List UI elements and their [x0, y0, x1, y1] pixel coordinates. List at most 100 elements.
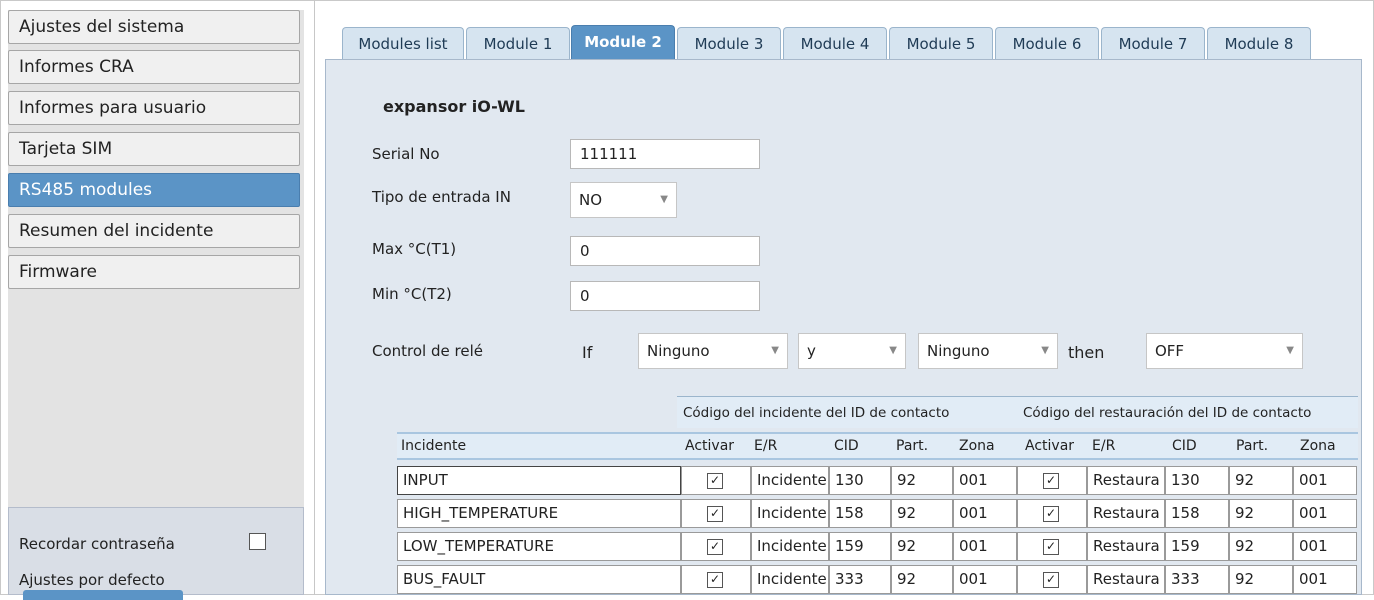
chevron-down-icon: ▼ [1286, 345, 1294, 356]
er-cell[interactable]: Incidente [751, 499, 829, 528]
zona-restore-cell[interactable]: 001 [1293, 565, 1357, 594]
er-cell[interactable]: Incidente [751, 565, 829, 594]
col-activate: Activar [685, 438, 735, 454]
table-header: Incidente Activar E/R CID Part. Zona Act… [397, 432, 1358, 460]
part-cell[interactable]: 92 [891, 565, 953, 594]
tab-module-1[interactable]: Module 1 [466, 27, 570, 59]
zona-cell[interactable]: 001 [953, 532, 1017, 561]
remember-password-label: Recordar contraseña [19, 535, 175, 553]
activate-restore-checkbox[interactable]: ✓ [1043, 506, 1059, 522]
cid-restore-cell[interactable]: 333 [1165, 565, 1229, 594]
cid-restore-cell[interactable]: 158 [1165, 499, 1229, 528]
module-title: expansor iO-WL [383, 97, 525, 116]
relay-control-label: Control de relé [372, 342, 483, 360]
sidebar-item-rs485-modules[interactable]: RS485 modules [8, 173, 300, 207]
zona-restore-cell[interactable]: 001 [1293, 499, 1357, 528]
activate-cell: ✓ [681, 532, 751, 561]
pane-divider[interactable] [314, 0, 315, 595]
col-er-restore: E/R [1092, 438, 1116, 454]
er-restore-cell[interactable]: Restaura [1087, 565, 1165, 594]
sidebar-item-system-settings[interactable]: Ajustes del sistema [8, 10, 300, 44]
table-row: BUS_FAULT ✓ Incidente 333 92 001 ✓ Resta… [397, 565, 1358, 594]
incident-name[interactable]: LOW_TEMPERATURE [397, 532, 681, 561]
operator-select[interactable]: y ▼ [798, 333, 906, 369]
activate-checkbox[interactable]: ✓ [707, 473, 723, 489]
incident-code-group-header: Código del incidente del ID de contacto [677, 396, 1017, 428]
sidebar-item-firmware[interactable]: Firmware [8, 255, 300, 289]
cid-restore-cell[interactable]: 130 [1165, 466, 1229, 495]
condition2-select[interactable]: Ninguno ▼ [918, 333, 1058, 369]
zona-restore-cell[interactable]: 001 [1293, 532, 1357, 561]
zona-cell[interactable]: 001 [953, 499, 1017, 528]
input-type-value: NO [579, 191, 603, 209]
incident-name[interactable]: INPUT [397, 466, 681, 495]
tab-module-5[interactable]: Module 5 [889, 27, 993, 59]
incident-name[interactable]: HIGH_TEMPERATURE [397, 499, 681, 528]
zona-cell[interactable]: 001 [953, 565, 1017, 594]
serial-input[interactable]: 111111 [570, 139, 760, 169]
zona-restore-cell[interactable]: 001 [1293, 466, 1357, 495]
relay-action-select[interactable]: OFF ▼ [1146, 333, 1303, 369]
activate-checkbox[interactable]: ✓ [707, 572, 723, 588]
er-restore-cell[interactable]: Restaura [1087, 499, 1165, 528]
condition2-value: Ninguno [927, 342, 990, 360]
tab-module-8[interactable]: Module 8 [1207, 27, 1311, 59]
chevron-down-icon: ▼ [1041, 345, 1049, 356]
part-cell[interactable]: 92 [891, 466, 953, 495]
cid-restore-cell[interactable]: 159 [1165, 532, 1229, 561]
input-type-label: Tipo de entrada IN [372, 188, 511, 206]
activate-restore-cell: ✓ [1017, 532, 1087, 561]
er-cell[interactable]: Incidente [751, 466, 829, 495]
col-part-restore: Part. [1236, 438, 1269, 454]
part-restore-cell[interactable]: 92 [1229, 565, 1293, 594]
cid-cell[interactable]: 333 [829, 565, 891, 594]
max-temp-input[interactable]: 0 [570, 236, 760, 266]
activate-restore-cell: ✓ [1017, 499, 1087, 528]
er-cell[interactable]: Incidente [751, 532, 829, 561]
default-settings-label: Ajustes por defecto [19, 571, 165, 589]
activate-cell: ✓ [681, 466, 751, 495]
activate-restore-cell: ✓ [1017, 466, 1087, 495]
part-restore-cell[interactable]: 92 [1229, 466, 1293, 495]
default-settings-button[interactable] [23, 590, 183, 600]
activate-cell: ✓ [681, 499, 751, 528]
part-restore-cell[interactable]: 92 [1229, 499, 1293, 528]
activate-restore-checkbox[interactable]: ✓ [1043, 473, 1059, 489]
activate-restore-checkbox[interactable]: ✓ [1043, 572, 1059, 588]
remember-password-checkbox[interactable] [249, 533, 266, 550]
table-row: LOW_TEMPERATURE ✓ Incidente 159 92 001 ✓… [397, 532, 1358, 561]
tab-module-4[interactable]: Module 4 [783, 27, 887, 59]
cid-cell[interactable]: 130 [829, 466, 891, 495]
tab-module-2[interactable]: Module 2 [571, 25, 675, 59]
col-er: E/R [754, 438, 778, 454]
er-restore-cell[interactable]: Restaura [1087, 466, 1165, 495]
chevron-down-icon: ▼ [771, 345, 779, 356]
tab-module-3[interactable]: Module 3 [677, 27, 781, 59]
col-part: Part. [896, 438, 929, 454]
tab-module-6[interactable]: Module 6 [995, 27, 1099, 59]
activate-restore-checkbox[interactable]: ✓ [1043, 539, 1059, 555]
sidebar-item-sim-card[interactable]: Tarjeta SIM [8, 132, 300, 166]
if-label: If [582, 343, 593, 362]
min-temp-input[interactable]: 0 [570, 281, 760, 311]
zona-cell[interactable]: 001 [953, 466, 1017, 495]
part-cell[interactable]: 92 [891, 532, 953, 561]
table-row: INPUT ✓ Incidente 130 92 001 ✓ Restaura … [397, 466, 1358, 495]
col-cid: CID [834, 438, 859, 454]
sidebar-item-cra-reports[interactable]: Informes CRA [8, 50, 300, 84]
tab-module-7[interactable]: Module 7 [1101, 27, 1205, 59]
sidebar-item-user-reports[interactable]: Informes para usuario [8, 91, 300, 125]
cid-cell[interactable]: 159 [829, 532, 891, 561]
condition1-select[interactable]: Ninguno ▼ [638, 333, 788, 369]
activate-checkbox[interactable]: ✓ [707, 539, 723, 555]
er-restore-cell[interactable]: Restaura [1087, 532, 1165, 561]
cid-cell[interactable]: 158 [829, 499, 891, 528]
input-type-select[interactable]: NO ▼ [570, 182, 677, 218]
part-cell[interactable]: 92 [891, 499, 953, 528]
tab-modules-list[interactable]: Modules list [342, 27, 464, 59]
part-restore-cell[interactable]: 92 [1229, 532, 1293, 561]
incident-name[interactable]: BUS_FAULT [397, 565, 681, 594]
col-incident: Incidente [401, 438, 467, 454]
activate-checkbox[interactable]: ✓ [707, 506, 723, 522]
sidebar-item-event-summary[interactable]: Resumen del incidente [8, 214, 300, 248]
